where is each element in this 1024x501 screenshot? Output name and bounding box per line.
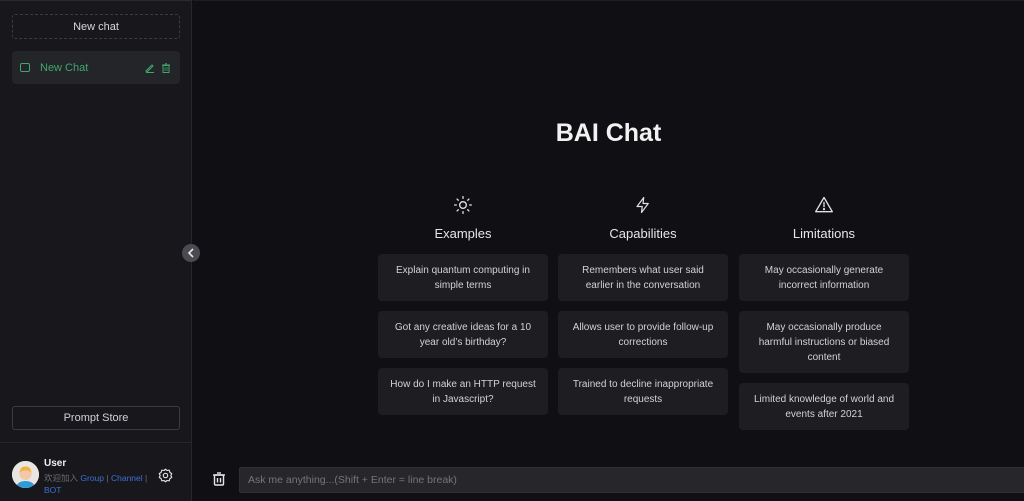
limitation-card: May occasionally produce harmful instruc…: [739, 311, 909, 373]
trash-icon: [213, 472, 225, 486]
limitation-card: Limited knowledge of world and events af…: [739, 383, 909, 430]
chevron-left-icon: [187, 248, 194, 258]
example-card[interactable]: Explain quantum computing in simple term…: [378, 254, 548, 301]
chat-input[interactable]: [239, 467, 1024, 493]
column-title: Examples: [434, 226, 492, 241]
channel-link[interactable]: Channel: [111, 473, 143, 483]
capability-card: Remembers what user said earlier in the …: [558, 254, 728, 301]
chat-title: New Chat: [40, 61, 89, 74]
separator: |: [106, 473, 109, 483]
capabilities-column: Capabilities Remembers what user said ea…: [558, 194, 728, 415]
chat-bubble-icon: [20, 63, 30, 72]
separator: |: [145, 473, 148, 483]
example-card[interactable]: How do I make an HTTP request in Javascr…: [378, 368, 548, 415]
example-card[interactable]: Got any creative ideas for a 10 year old…: [378, 311, 548, 358]
user-description: 欢迎加入 Group | Channel | BOT: [44, 472, 156, 496]
sun-icon: [378, 194, 548, 216]
warning-icon: [739, 194, 909, 216]
bot-link[interactable]: BOT: [44, 485, 61, 495]
lightning-icon: [558, 194, 728, 216]
edit-icon[interactable]: [144, 62, 156, 74]
user-name: User: [44, 458, 67, 469]
limitation-card: May occasionally generate incorrect info…: [739, 254, 909, 301]
column-title: Capabilities: [609, 226, 677, 241]
avatar[interactable]: [12, 461, 39, 488]
prompt-store-button[interactable]: Prompt Store: [12, 406, 180, 430]
capability-card: Trained to decline inappropriate request…: [558, 368, 728, 415]
limitations-column: Limitations May occasionally generate in…: [739, 194, 909, 430]
user-panel: User 欢迎加入 Group | Channel | BOT: [0, 442, 192, 501]
examples-column: Examples Explain quantum computing in si…: [378, 194, 548, 415]
clear-chat-button[interactable]: [211, 471, 227, 487]
welcome-text: 欢迎加入: [44, 473, 79, 483]
capability-card: Allows user to provide follow-up correct…: [558, 311, 728, 358]
sidebar: New chat New Chat Prompt Store User 欢迎加入…: [0, 0, 192, 501]
delete-icon[interactable]: [160, 62, 172, 74]
page-title: BAI Chat: [555, 119, 662, 147]
collapse-sidebar-button[interactable]: [182, 244, 200, 262]
settings-gear-icon[interactable]: [158, 468, 173, 483]
column-title: Limitations: [792, 226, 856, 241]
new-chat-label: New chat: [73, 20, 119, 33]
new-chat-button[interactable]: New chat: [12, 14, 180, 39]
prompt-store-label: Prompt Store: [63, 412, 129, 424]
main-panel: BAI Chat Examples Explain quantum comput…: [193, 0, 1024, 501]
chat-list-item[interactable]: New Chat: [12, 51, 180, 84]
group-link[interactable]: Group: [80, 473, 104, 483]
